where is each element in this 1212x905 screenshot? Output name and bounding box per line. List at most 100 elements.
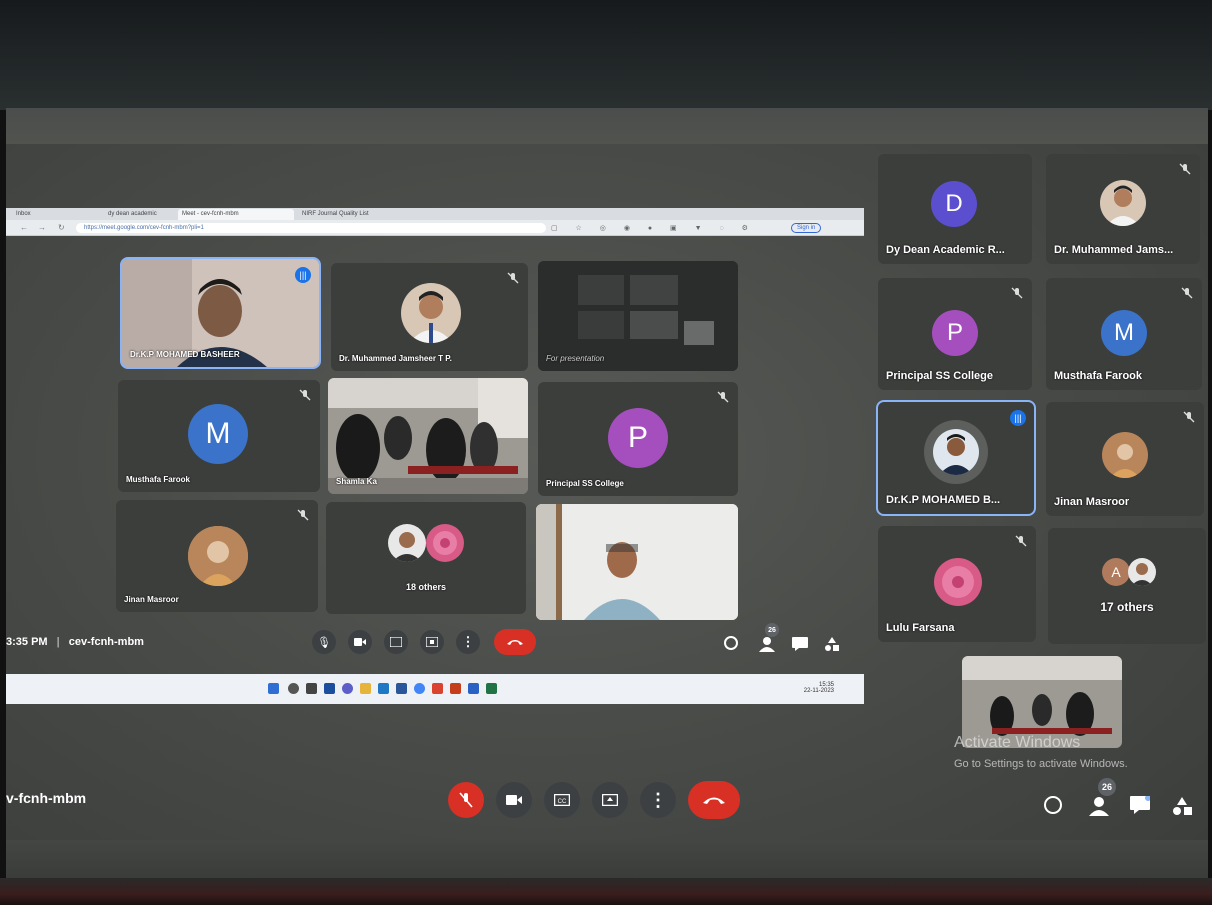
inner-present-button[interactable] (420, 630, 444, 654)
outer-tile-lulu[interactable]: Lulu Farsana (878, 526, 1036, 642)
word-icon[interactable] (468, 683, 479, 694)
inner-tile-musthafa[interactable]: M Musthafa Farook (118, 380, 320, 492)
mic-icon: 🎙 (317, 636, 331, 649)
avatar (1100, 180, 1146, 226)
excel-icon[interactable] (486, 683, 497, 694)
outer-info-icon[interactable] (1044, 796, 1062, 814)
outer-captions-button[interactable]: CC (544, 782, 580, 818)
more-vert-icon: ⋮ (461, 634, 475, 649)
inner-tile-others[interactable]: 18 others (326, 502, 526, 614)
reload-icon[interactable]: ↻ (58, 223, 65, 232)
browser-tab[interactable]: dy dean academic (104, 209, 176, 220)
teams-icon[interactable] (342, 683, 353, 694)
file-explorer-icon[interactable] (360, 683, 371, 694)
avatar (401, 283, 461, 343)
present-icon (602, 794, 618, 806)
outer-tile-jamsheer[interactable]: Dr. Muhammed Jams... (1046, 154, 1200, 264)
avatar (388, 524, 426, 562)
mic-off-icon (1179, 163, 1191, 175)
speaking-indicator-icon: ||| (295, 267, 311, 283)
inner-tile-basheer[interactable]: ||| Dr.K.P MOHAMED BASHEER (120, 257, 321, 369)
inner-info-icon[interactable] (724, 636, 738, 650)
outer-camera-button[interactable] (496, 782, 532, 818)
search-icon[interactable] (288, 683, 299, 694)
widgets-icon[interactable] (324, 683, 335, 694)
avatar (934, 558, 982, 606)
inner-tile-jinan[interactable]: Jinan Masroor (116, 500, 318, 612)
inner-tile-jamsheer[interactable]: Dr. Muhammed Jamsheer T P. (331, 263, 528, 371)
avatar: P (932, 310, 978, 356)
outer-present-button[interactable] (592, 782, 628, 818)
browser-tab[interactable]: NIRF Journal Quality List (298, 209, 428, 220)
chrome-icon[interactable] (414, 683, 425, 694)
camera-icon (506, 795, 522, 805)
outer-tile-basheer[interactable]: ||| Dr.K.P MOHAMED B... (876, 400, 1036, 516)
inner-captions-button[interactable] (384, 630, 408, 654)
captions-icon (390, 637, 402, 647)
store-icon[interactable] (396, 683, 407, 694)
outer-people-icon[interactable] (1088, 796, 1110, 816)
inner-windows-taskbar: 15:35 22-11-2023 (6, 674, 864, 704)
avatar: P (608, 408, 668, 468)
mic-off-icon (507, 272, 519, 284)
browser-tab[interactable]: Inbox (12, 209, 102, 220)
present-icon (426, 637, 438, 647)
outer-tile-musthafa[interactable]: M Musthafa Farook (1046, 278, 1202, 390)
projected-screen: Inbox dy dean academic Meet - cev-fcnh-m… (6, 108, 1208, 880)
inner-more-options-button[interactable]: ⋮ (456, 630, 480, 654)
inner-leave-call-button[interactable] (494, 629, 536, 655)
outer-mic-off-button[interactable] (448, 782, 484, 818)
office-icon[interactable] (432, 683, 443, 694)
participant-video (536, 504, 738, 620)
more-vert-icon: ⋮ (649, 789, 667, 810)
forward-icon[interactable]: → (38, 223, 46, 232)
inner-tile-shamla[interactable]: Shamla Ka (328, 378, 528, 494)
avatar: D (931, 181, 977, 227)
avatar (1102, 432, 1148, 478)
outer-tile-jinan[interactable]: Jinan Masroor (1046, 402, 1204, 516)
outer-leave-call-button[interactable] (688, 781, 740, 819)
avatar: M (1101, 310, 1147, 356)
outer-meeting-code: v-fcnh-mbm (6, 790, 87, 806)
back-icon[interactable]: ← (20, 223, 28, 232)
inner-mic-button[interactable]: 🎙 (312, 630, 336, 654)
avatar (426, 524, 464, 562)
powerpoint-icon[interactable] (450, 683, 461, 694)
inner-tile-self-view[interactable] (536, 504, 738, 620)
room-floor (0, 878, 1212, 905)
inner-activities-icon[interactable] (824, 636, 840, 652)
inner-tile-principal[interactable]: P Principal SS College (538, 382, 738, 496)
captions-icon: CC (554, 794, 570, 806)
outer-tile-principal[interactable]: P Principal SS College (878, 278, 1032, 390)
browser-tab-active[interactable]: Meet - cev-fcnh-mbm (178, 209, 294, 220)
browser-tab-bar: Inbox dy dean academic Meet - cev-fcnh-m… (6, 208, 864, 220)
activate-windows-title: Activate Windows (954, 734, 1081, 751)
avatar (933, 429, 979, 475)
outer-more-options-button[interactable]: ⋮ (640, 782, 676, 818)
browser-signin-button[interactable]: Sign in (791, 223, 822, 233)
camera-icon (354, 638, 366, 646)
browser-address-bar[interactable]: https://meet.google.com/cev-fcnh-mbm?pli… (76, 223, 546, 233)
edge-icon[interactable] (378, 683, 389, 694)
mic-off-icon (1015, 535, 1027, 547)
inner-people-icon[interactable] (758, 636, 776, 652)
avatar (188, 526, 248, 586)
outer-tile-others[interactable]: A 17 others (1048, 528, 1206, 644)
avatar (1128, 558, 1156, 586)
outer-activities-icon[interactable] (1172, 796, 1192, 816)
outer-people-count-badge: 26 (1098, 778, 1116, 796)
inner-camera-button[interactable] (348, 630, 372, 654)
windows-start-icon[interactable] (268, 683, 279, 694)
mic-off-icon (459, 792, 473, 808)
browser-toolbar-icons[interactable]: ▢ ☆ ◎ ◉ ● ▣ ▼ ◌ ⚙ (551, 224, 756, 232)
outer-chat-icon[interactable] (1130, 796, 1150, 814)
shared-browser-window: Inbox dy dean academic Meet - cev-fcnh-m… (6, 208, 864, 236)
browser-url-row: ← → ↻ https://meet.google.com/cev-fcnh-m… (6, 221, 864, 236)
inner-chat-icon[interactable] (792, 637, 808, 651)
room-ceiling (0, 0, 1212, 110)
outer-tile-dy-dean[interactable]: D Dy Dean Academic R... (878, 154, 1032, 264)
avatar: M (188, 404, 248, 464)
inner-tile-presentation[interactable]: For presentation (538, 261, 738, 371)
mic-off-icon (299, 389, 311, 401)
task-view-icon[interactable] (306, 683, 317, 694)
